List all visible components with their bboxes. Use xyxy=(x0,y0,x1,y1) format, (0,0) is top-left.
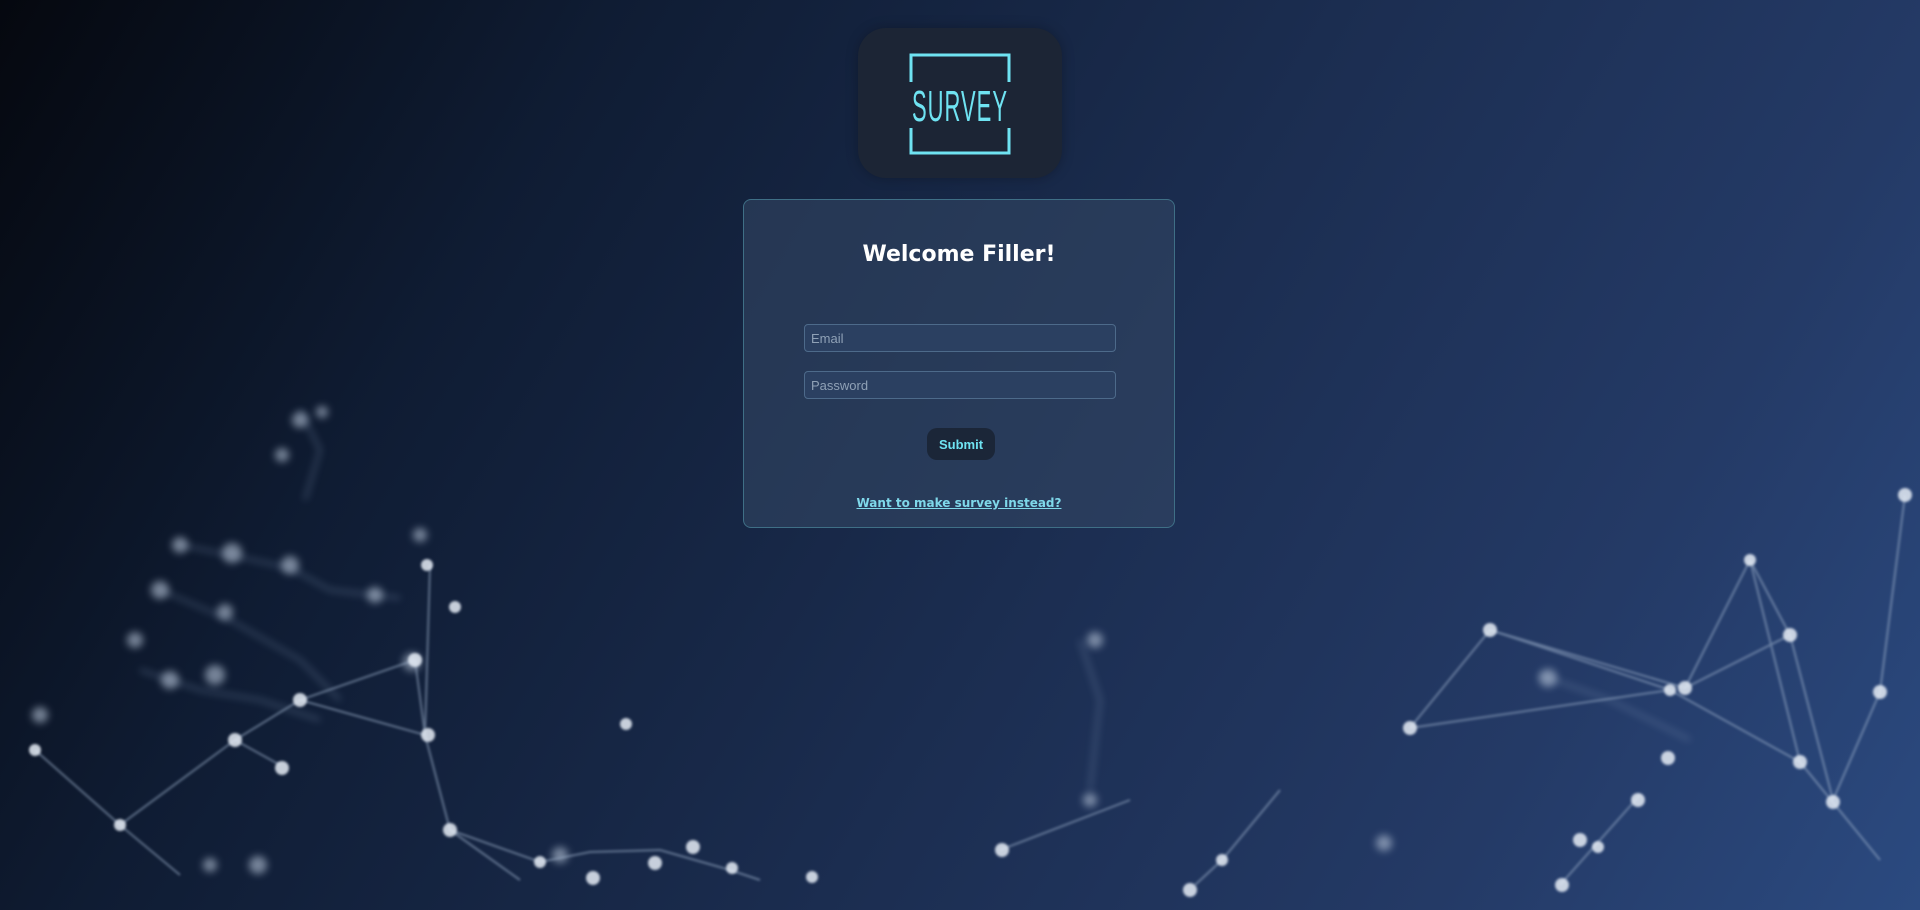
submit-button[interactable]: Submit xyxy=(927,428,995,460)
survey-logo-mark: SURVEY xyxy=(906,53,1016,155)
password-input[interactable] xyxy=(804,371,1116,399)
survey-logo: SURVEY xyxy=(858,28,1062,178)
welcome-title: Welcome Filler! xyxy=(862,242,1056,267)
logo-wordmark: SURVEY xyxy=(912,82,1008,131)
email-input[interactable] xyxy=(804,324,1116,352)
login-card: Welcome Filler! Submit Want to make surv… xyxy=(743,199,1175,528)
make-survey-link[interactable]: Want to make survey instead? xyxy=(744,496,1174,510)
